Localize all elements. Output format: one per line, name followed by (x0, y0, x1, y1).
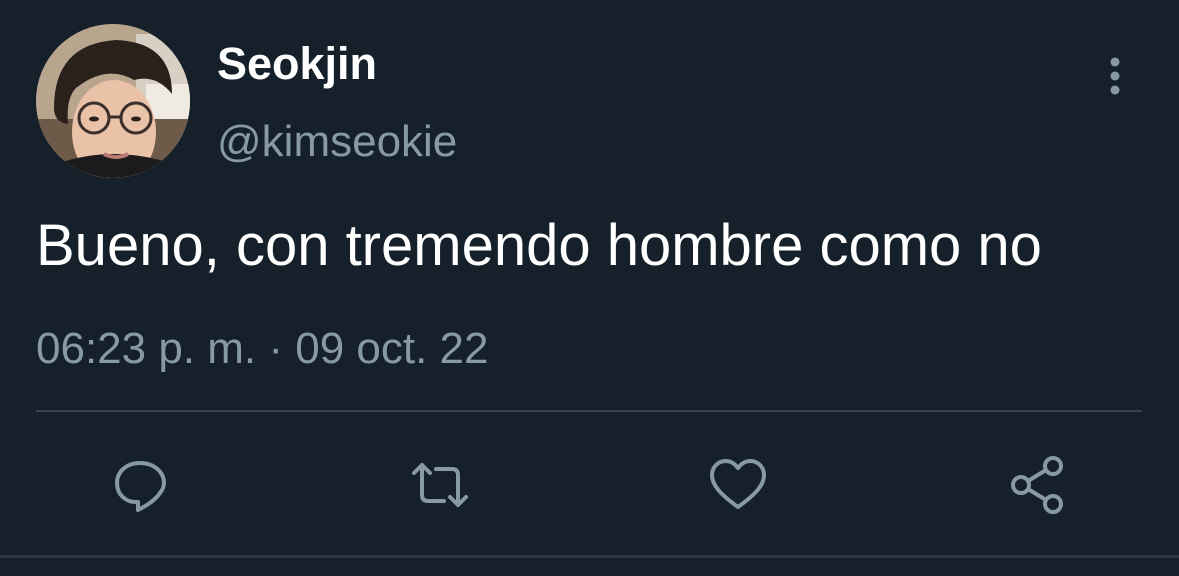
speech-bubble-icon (115, 461, 166, 512)
profile-photo-icon (36, 24, 190, 178)
retweet-button[interactable] (410, 455, 470, 515)
like-button[interactable] (708, 455, 768, 515)
share-button[interactable] (1008, 455, 1068, 515)
more-options-button[interactable] (1098, 54, 1132, 98)
tweet-timestamp[interactable]: 06:23 p. m. · 09 oct. 22 (36, 322, 488, 376)
avatar[interactable] (36, 24, 190, 178)
bottom-divider (0, 555, 1179, 558)
user-handle[interactable]: @kimseokie (217, 116, 457, 168)
divider (36, 410, 1142, 412)
display-name[interactable]: Seokjin (217, 38, 377, 90)
reply-button[interactable] (110, 455, 170, 515)
heart-icon (710, 459, 766, 509)
share-nodes-icon (1011, 456, 1063, 514)
vertical-ellipsis-icon (1110, 57, 1120, 95)
tweet-card: Seokjin @kimseokie Bueno, con tremendo h… (0, 0, 1179, 576)
tweet-text: Bueno, con tremendo hombre como no (36, 213, 1042, 278)
retweet-icon (412, 463, 468, 507)
